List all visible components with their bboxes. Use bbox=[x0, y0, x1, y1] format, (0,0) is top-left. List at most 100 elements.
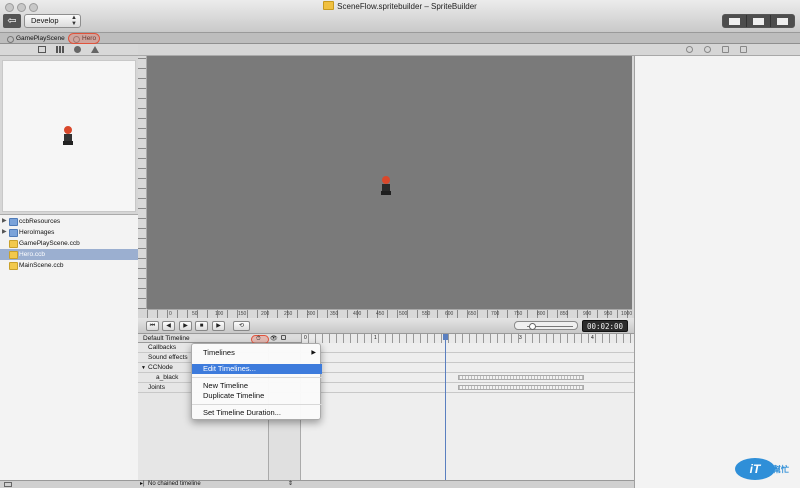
timeline-ruler-label: 3 bbox=[519, 335, 522, 341]
ruler-label: 900 bbox=[583, 311, 592, 317]
list-item[interactable]: ▶ HeroImages bbox=[0, 227, 138, 238]
folder-icon bbox=[323, 1, 335, 10]
timeline-context-menu: Timelines ▶ Edit Timelines... New Timelin… bbox=[191, 343, 322, 420]
disclosure-triangle-icon[interactable]: ▶ bbox=[2, 227, 7, 238]
ruler-label: 500 bbox=[399, 311, 408, 317]
tab-gameplayscene[interactable]: GamePlayScene bbox=[4, 33, 68, 44]
folder-icon bbox=[9, 229, 18, 237]
menu-separator bbox=[192, 377, 322, 378]
row-label: CCNode bbox=[148, 364, 173, 371]
ruler-label: 300 bbox=[307, 311, 316, 317]
file-label: GamePlayScene.ccb bbox=[19, 240, 80, 247]
code-connections-icon[interactable] bbox=[704, 46, 711, 53]
ccb-file-icon bbox=[9, 251, 18, 259]
toggle-right-panel-button[interactable] bbox=[771, 15, 794, 27]
publish-button[interactable]: ⇦ bbox=[3, 14, 21, 28]
menu-item-label: Edit Timelines... bbox=[203, 364, 256, 373]
ruler-label: 0 bbox=[169, 311, 172, 317]
toggle-left-panel-button[interactable] bbox=[723, 15, 747, 27]
row-label: Callbacks bbox=[148, 344, 177, 351]
timeline-zoom-slider[interactable] bbox=[514, 321, 578, 330]
slider-knob[interactable] bbox=[529, 323, 536, 330]
stop-button[interactable]: ■ bbox=[195, 321, 208, 331]
timeline-menu-icon[interactable]: ⏱ bbox=[256, 336, 261, 343]
warnings-icon[interactable] bbox=[91, 46, 99, 53]
menu-item-set-timeline-duration[interactable]: Set Timeline Duration... bbox=[192, 408, 322, 418]
ruler-label: 200 bbox=[261, 311, 270, 317]
jump-start-button[interactable]: ⏮ bbox=[146, 321, 159, 331]
menu-item-new-timeline[interactable]: New Timeline bbox=[192, 381, 322, 391]
ruler-label: 150 bbox=[238, 311, 247, 317]
timeline-ruler[interactable]: 0 1 2 3 4 bbox=[301, 334, 634, 343]
window-title: SceneFlow.spritebuilder – SpriteBuilder bbox=[0, 1, 800, 11]
disclosure-triangle-icon[interactable]: ▼ bbox=[141, 363, 146, 373]
playhead-handle[interactable] bbox=[443, 334, 448, 340]
timeline-ruler-label: 1 bbox=[374, 335, 377, 341]
watermark-logo: iT bbox=[735, 458, 775, 480]
hero-sprite[interactable] bbox=[379, 175, 393, 197]
close-tab-icon[interactable] bbox=[7, 36, 14, 43]
hero-sprite-preview bbox=[63, 126, 73, 145]
canvas-toolbar bbox=[138, 44, 634, 56]
file-view-icon[interactable] bbox=[38, 46, 46, 53]
keyframe-band[interactable] bbox=[458, 375, 584, 380]
grid-view-icon[interactable] bbox=[56, 46, 64, 53]
horizontal-ruler: 0 50 100 150 200 250 300 350 400 450 500… bbox=[147, 309, 632, 318]
chained-timeline-label[interactable]: No chained timeline bbox=[148, 481, 201, 488]
timeline-name[interactable]: Default Timeline bbox=[143, 334, 190, 343]
row-label: a_black bbox=[156, 374, 179, 381]
ruler-label: 650 bbox=[468, 311, 477, 317]
list-item[interactable]: ▶ ccbResources bbox=[0, 216, 138, 227]
row-label: Joints bbox=[148, 384, 165, 391]
ruler-label: 550 bbox=[422, 311, 431, 317]
file-list: ▶ ccbResources ▶ HeroImages GamePlayScene.… bbox=[0, 214, 138, 480]
tab-label: GamePlayScene bbox=[16, 35, 65, 42]
loop-button[interactable]: ⟲ bbox=[233, 321, 250, 331]
add-folder-icon[interactable] bbox=[4, 482, 12, 487]
inspector-toolbar bbox=[634, 44, 800, 56]
panel-toggle-group[interactable] bbox=[722, 14, 795, 28]
ruler-label: 600 bbox=[445, 311, 454, 317]
menu-item-label: New Timeline bbox=[203, 381, 249, 390]
project-select[interactable]: Develop ▲ ▼ bbox=[24, 14, 81, 28]
step-forward-button[interactable]: ▶ bbox=[179, 321, 192, 331]
resource-preview bbox=[2, 60, 136, 212]
menu-item-edit-timelines[interactable]: Edit Timelines... bbox=[192, 364, 322, 374]
timeline-time-display: 00:02:00 bbox=[582, 320, 628, 332]
list-item-selected[interactable]: Hero.ccb bbox=[0, 249, 138, 260]
document-tab-bar: GamePlayScene Hero bbox=[0, 33, 800, 44]
templates-icon[interactable] bbox=[740, 46, 747, 53]
submenu-arrow-icon: ▶ bbox=[311, 350, 316, 356]
ruler-label: 100 bbox=[215, 311, 224, 317]
timeline-playhead[interactable] bbox=[445, 334, 446, 480]
step-back-button[interactable]: ◀ bbox=[162, 321, 175, 331]
chain-icon[interactable]: ▸| bbox=[140, 481, 145, 488]
node-library-icon[interactable] bbox=[74, 46, 81, 53]
left-panel-footer bbox=[0, 480, 138, 488]
toggle-bottom-panel-button[interactable] bbox=[747, 15, 771, 27]
ruler-label: 850 bbox=[560, 311, 569, 317]
file-label: HeroImages bbox=[19, 229, 55, 236]
physics-icon[interactable] bbox=[722, 46, 729, 53]
keyframe-band[interactable] bbox=[458, 385, 584, 390]
item-properties-icon[interactable] bbox=[686, 46, 693, 53]
menu-item-label: Duplicate Timeline bbox=[203, 391, 265, 400]
menu-item-timelines[interactable]: Timelines ▶ bbox=[192, 348, 322, 358]
menu-item-duplicate-timeline[interactable]: Duplicate Timeline bbox=[192, 391, 322, 401]
list-item[interactable]: MainScene.ccb bbox=[0, 260, 138, 271]
list-item[interactable]: GamePlayScene.ccb bbox=[0, 238, 138, 249]
timeline-ruler-label: 0 bbox=[304, 335, 307, 341]
visibility-eye-icon[interactable]: 👁 bbox=[270, 335, 278, 342]
ccb-file-icon bbox=[9, 262, 18, 270]
ruler-label: 250 bbox=[284, 311, 293, 317]
lock-icon[interactable] bbox=[281, 335, 286, 340]
ruler-label: 750 bbox=[514, 311, 523, 317]
annotation-highlight bbox=[68, 33, 100, 44]
title-bar: SceneFlow.spritebuilder – SpriteBuilder … bbox=[0, 0, 800, 33]
stage-canvas[interactable] bbox=[147, 56, 632, 309]
play-button[interactable]: ▶ bbox=[212, 321, 225, 331]
ruler-label: 350 bbox=[330, 311, 339, 317]
timeline-ruler-label: 4 bbox=[591, 335, 594, 341]
disclosure-triangle-icon[interactable]: ▶ bbox=[2, 216, 7, 227]
chain-popup-arrows-icon[interactable]: ⇕ bbox=[288, 481, 293, 488]
